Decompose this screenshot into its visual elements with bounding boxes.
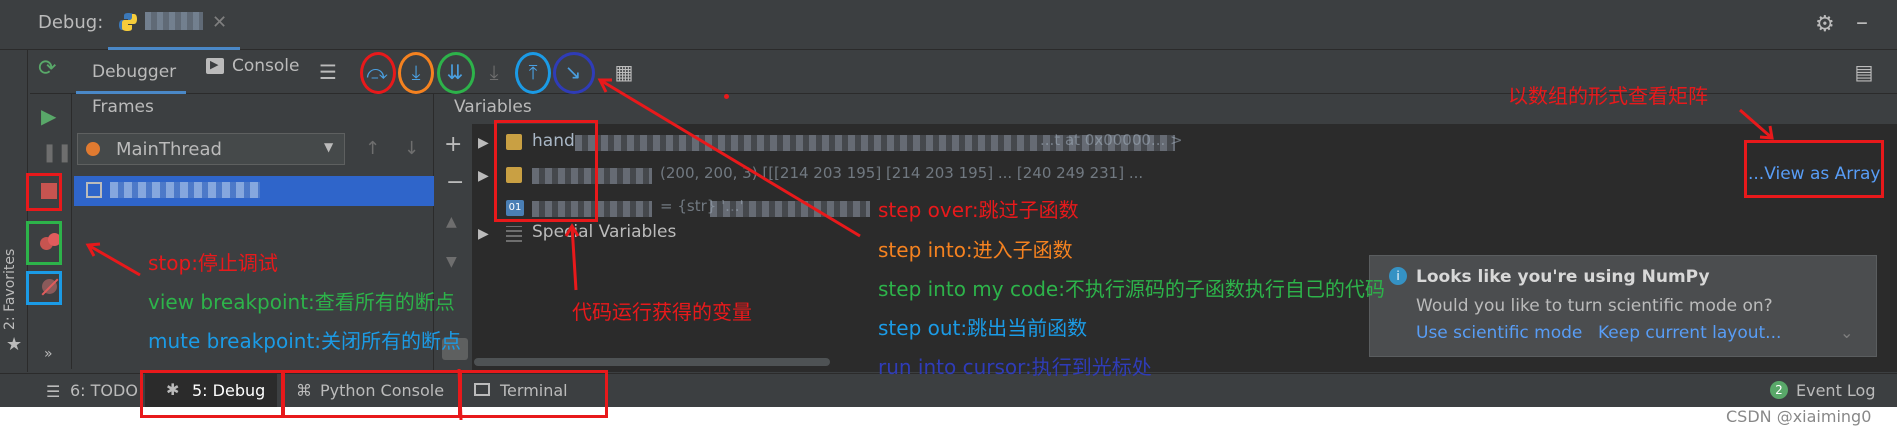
- todo-icon: ☰: [46, 382, 61, 401]
- console-icon: ▶: [206, 58, 224, 74]
- step-into-my-code-highlight: [437, 52, 475, 94]
- annotation-view-as-array: 以数组的形式查看矩阵: [1508, 84, 1708, 108]
- variable-value: ...t at 0x00000... >: [1040, 131, 1183, 149]
- expand-arrow-icon[interactable]: ▶: [478, 168, 489, 184]
- menu-icon[interactable]: ☰: [312, 56, 344, 88]
- annotation-step-over: step over:跳过子函数: [878, 198, 1079, 222]
- special-variables-label[interactable]: Special Variables: [532, 222, 676, 242]
- variable-value: (200, 200, 3) [[[214 203 195] [214 203 1…: [660, 164, 1144, 182]
- annotation-run-to-cursor: run into cursor:执行到光标处: [878, 355, 1152, 379]
- terminal-highlight: [458, 370, 608, 418]
- annotation-step-into: step into:进入子函数: [878, 238, 1073, 262]
- move-down-icon[interactable]: ▼: [446, 254, 457, 270]
- minimize-icon[interactable]: –: [1856, 8, 1868, 36]
- view-breakpoints-highlight: [26, 221, 62, 265]
- tab-debugger-label: Debugger: [92, 62, 177, 82]
- evaluate-icon[interactable]: ▦: [608, 56, 640, 88]
- force-step-into-icon[interactable]: ⤓: [478, 56, 510, 88]
- notification-body: Would you like to turn scientific mode o…: [1416, 296, 1773, 316]
- step-over-highlight: [360, 52, 396, 94]
- add-watch-icon[interactable]: +: [444, 132, 462, 157]
- tab-event-log[interactable]: Event Log: [1796, 381, 1876, 400]
- annotation-mute-breakpoint: mute breakpoint:关闭所有的断点: [148, 329, 462, 353]
- variables-scrollbar[interactable]: [474, 358, 830, 366]
- info-icon: i: [1389, 267, 1407, 285]
- move-up-icon[interactable]: ▲: [446, 214, 457, 230]
- remove-watch-icon[interactable]: −: [446, 170, 464, 195]
- python-icon: [118, 12, 138, 32]
- layout-icon[interactable]: ▤: [1848, 56, 1880, 88]
- red-dot: [724, 94, 729, 99]
- thread-selector[interactable]: MainThread ▼: [77, 133, 345, 165]
- variables-header: Variables: [454, 97, 532, 117]
- step-out-highlight: [515, 52, 551, 94]
- python-console-highlight: [282, 370, 462, 418]
- annotation-variables: 代码运行获得的变量: [572, 300, 752, 324]
- annotation-step-out: step out:跳出当前函数: [878, 316, 1088, 340]
- notification-title: Looks like you're using NumPy: [1416, 267, 1710, 287]
- pause-icon[interactable]: ❚❚: [42, 142, 72, 163]
- window-title: Debug:: [38, 12, 104, 33]
- frame-up-icon[interactable]: ↑: [365, 138, 380, 159]
- variables-highlight: [494, 120, 598, 222]
- settings-gear-icon[interactable]: ⚙: [1815, 12, 1835, 37]
- special-vars-icon: [506, 226, 522, 242]
- view-as-array-highlight: [1744, 140, 1884, 198]
- stop-highlight: [26, 173, 62, 211]
- favorites-star-icon[interactable]: ★: [6, 334, 22, 355]
- run-to-cursor-highlight: [553, 52, 595, 94]
- resume-icon[interactable]: ▶: [41, 104, 56, 128]
- annotation-view-breakpoint: view breakpoint:查看所有的断点: [148, 290, 455, 314]
- frame-down-icon[interactable]: ↓: [404, 138, 419, 159]
- more-icon[interactable]: »: [44, 346, 53, 362]
- chevron-down-icon[interactable]: ⌄: [1840, 323, 1853, 342]
- annotation-step-into-my-code: step into my code:不执行源码的子函数执行自己的代码: [878, 277, 1385, 301]
- expand-arrow-icon[interactable]: ▶: [478, 135, 489, 151]
- use-scientific-mode-link[interactable]: Use scientific mode: [1416, 323, 1582, 343]
- keep-layout-link[interactable]: Keep current layout...: [1598, 323, 1781, 343]
- frame-row-selected[interactable]: [74, 176, 434, 206]
- session-name: [145, 12, 203, 30]
- annotation-stop: stop:停止调试: [148, 251, 278, 275]
- favorites-label[interactable]: 2: Favorites: [2, 230, 18, 330]
- rerun-icon[interactable]: ⟳: [38, 56, 56, 81]
- tab-todo[interactable]: 6: TODO: [70, 381, 138, 400]
- frames-header: Frames: [92, 97, 154, 117]
- chevron-down-icon: ▼: [324, 140, 334, 154]
- step-into-highlight: [398, 52, 434, 94]
- debug-tab-highlight: [140, 370, 284, 418]
- tab-debugger[interactable]: Debugger: [76, 50, 186, 94]
- expand-arrow-icon[interactable]: ▶: [478, 226, 489, 242]
- tab-console[interactable]: Console: [232, 56, 300, 76]
- title-bar: [0, 0, 1897, 50]
- mute-breakpoints-highlight: [26, 271, 62, 305]
- event-count-badge: 2: [1770, 381, 1788, 399]
- thread-name: MainThread: [116, 139, 222, 160]
- thread-status-icon: [86, 142, 100, 156]
- csdn-watermark: CSDN @xiaiming0: [1726, 407, 1872, 426]
- frame-icon: [86, 182, 102, 198]
- close-icon[interactable]: ✕: [212, 12, 227, 33]
